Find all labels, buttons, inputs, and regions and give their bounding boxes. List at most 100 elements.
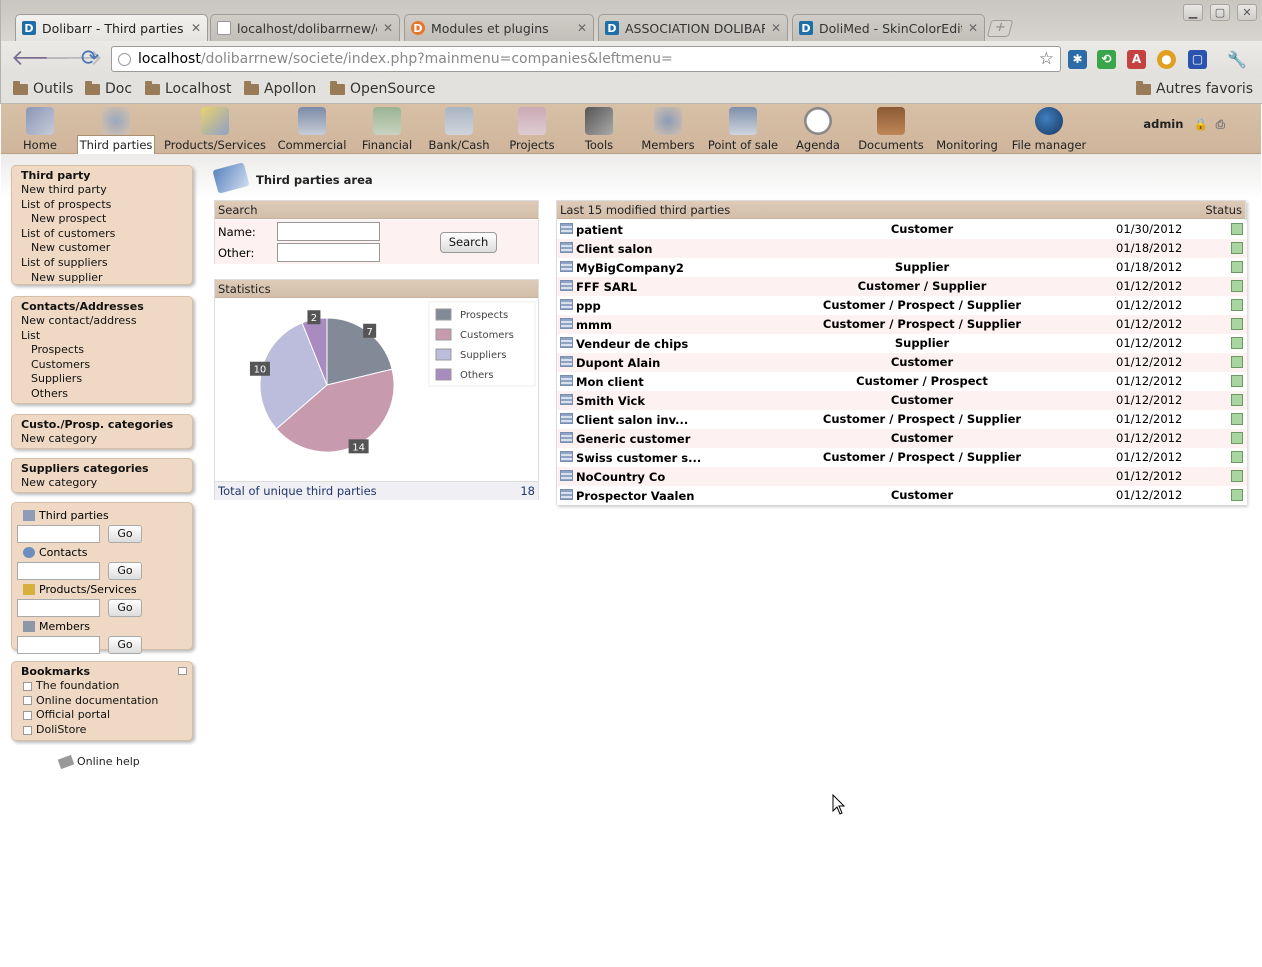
forward-icon[interactable]: 🡒	[44, 46, 103, 72]
link-list-prospects[interactable]: List of prospects	[21, 198, 192, 213]
qs-contacts-input[interactable]	[17, 562, 100, 580]
bookmark-item[interactable]: Official portal	[21, 708, 192, 723]
address-bar[interactable]: localhost/dolibarrnew/societe/index.php?…	[111, 46, 1061, 72]
back-icon[interactable]: 🡐	[11, 46, 70, 72]
note-extension-icon[interactable]: ▢	[1188, 50, 1207, 69]
left-box-title[interactable]: Custo./Prosp. categories	[21, 418, 192, 431]
bookmark-star-icon[interactable]: ☆	[1039, 47, 1054, 71]
lock-icon[interactable]: 🔒	[1193, 117, 1207, 131]
company-name-link[interactable]: FFF SARL	[576, 280, 637, 294]
menu-products-services[interactable]: Products/Services	[163, 104, 267, 154]
link-new-supplier[interactable]: New supplier	[21, 271, 192, 286]
tab-dolibarr-third-parties[interactable]: D Dolibarr - Third parties ✕	[15, 14, 208, 41]
left-box-title[interactable]: Third party	[21, 169, 192, 182]
company-name-link[interactable]: patient	[576, 223, 623, 237]
company-name-link[interactable]: Dupont Alain	[576, 356, 660, 370]
company-name-link[interactable]: Mon client	[576, 375, 644, 389]
company-icon[interactable]	[560, 375, 573, 386]
qs-products-input[interactable]	[17, 599, 100, 617]
company-icon[interactable]	[560, 299, 573, 310]
link-list-suppliers[interactable]: List of suppliers	[21, 256, 192, 271]
user-login[interactable]: admin 🔒 ⎙	[1143, 117, 1225, 132]
bookmark-folder-outils[interactable]: Outils	[13, 80, 73, 97]
bookmark-folder-localhost[interactable]: Localhost	[145, 80, 232, 97]
company-icon[interactable]	[560, 470, 573, 481]
company-icon[interactable]	[560, 261, 573, 272]
maximize-button[interactable]: ▢	[1210, 4, 1230, 21]
qs-third-parties-input[interactable]	[17, 525, 100, 543]
qs-members-go-button[interactable]: Go	[108, 636, 142, 654]
bookmark-add-icon[interactable]	[178, 667, 187, 675]
bookmark-folder-doc[interactable]: Doc	[85, 80, 132, 97]
company-name-link[interactable]: Smith Vick	[576, 394, 645, 408]
new-tab-button[interactable]: +	[986, 20, 1014, 37]
menu-documents[interactable]: Documents	[857, 104, 925, 154]
qs-members-input[interactable]	[17, 636, 100, 654]
qs-contacts-go-button[interactable]: Go	[108, 562, 142, 580]
qs-third-parties-go-button[interactable]: Go	[108, 525, 142, 543]
menu-file-manager[interactable]: File manager	[1009, 104, 1089, 154]
company-icon[interactable]	[560, 280, 573, 291]
link-new-supplier-category[interactable]: New category	[21, 476, 192, 491]
link-contact-customers[interactable]: Customers	[21, 358, 192, 373]
link-new-prospect[interactable]: New prospect	[21, 212, 192, 227]
extension-icon[interactable]: ✱	[1068, 50, 1087, 69]
bookmark-item[interactable]: The foundation	[21, 679, 192, 694]
link-contact-suppliers[interactable]: Suppliers	[21, 372, 192, 387]
minimize-button[interactable]: ▁	[1183, 4, 1203, 21]
company-icon[interactable]	[560, 489, 573, 500]
name-input[interactable]	[277, 222, 380, 241]
chrome-extension-icon[interactable]: ●	[1157, 50, 1176, 69]
link-contact-prospects[interactable]: Prospects	[21, 343, 192, 358]
menu-agenda[interactable]: Agenda	[793, 104, 843, 154]
link-contact-others[interactable]: Others	[21, 387, 192, 402]
other-input[interactable]	[277, 243, 380, 262]
company-icon[interactable]	[560, 242, 573, 253]
left-box-title[interactable]: Suppliers categories	[21, 462, 192, 475]
link-list-customers[interactable]: List of customers	[21, 227, 192, 242]
company-name-link[interactable]: Vendeur de chips	[576, 337, 688, 351]
company-icon[interactable]	[560, 451, 573, 462]
bookmark-folder-apollon[interactable]: Apollon	[244, 80, 316, 97]
close-icon[interactable]: ✕	[191, 21, 201, 35]
company-name-link[interactable]: MyBigCompany2	[576, 261, 684, 275]
company-name-link[interactable]: Generic customer	[576, 432, 690, 446]
reload-icon[interactable]: ⟳	[77, 46, 103, 72]
company-icon[interactable]	[560, 337, 573, 348]
menu-bank-cash[interactable]: Bank/Cash	[427, 104, 491, 154]
company-name-link[interactable]: Client salon	[576, 242, 652, 256]
bookmark-folder-other[interactable]: Autres favoris	[1136, 80, 1253, 97]
company-icon[interactable]	[560, 223, 573, 234]
bookmark-item[interactable]: Online documentation	[21, 694, 192, 709]
menu-commercial[interactable]: Commercial	[277, 104, 347, 154]
company-name-link[interactable]: Client salon inv...	[576, 413, 688, 427]
close-window-button[interactable]: ✕	[1237, 4, 1257, 21]
menu-monitoring[interactable]: Monitoring	[935, 104, 999, 154]
tab-modules-plugins[interactable]: D Modules et plugins ✕	[404, 14, 594, 41]
menu-projects[interactable]: Projects	[505, 104, 559, 154]
link-new-custo-category[interactable]: New category	[21, 432, 192, 447]
menu-members[interactable]: Members	[639, 104, 697, 154]
qs-products-go-button[interactable]: Go	[108, 599, 142, 617]
menu-tools[interactable]: Tools	[579, 104, 619, 154]
company-name-link[interactable]: ppp	[576, 299, 601, 313]
company-icon[interactable]	[560, 394, 573, 405]
link-new-contact[interactable]: New contact/address	[21, 314, 192, 329]
link-new-customer[interactable]: New customer	[21, 241, 192, 256]
tab-localhost[interactable]: localhost/dolibarrnew/cus ✕	[210, 14, 400, 41]
company-name-link[interactable]: mmm	[576, 318, 612, 332]
link-new-third-party[interactable]: New third party	[21, 183, 192, 198]
close-icon[interactable]: ✕	[577, 21, 587, 35]
menu-financial[interactable]: Financial	[357, 104, 417, 154]
sync-extension-icon[interactable]: ⟲	[1097, 50, 1116, 69]
menu-home[interactable]: Home	[21, 104, 59, 154]
translate-extension-icon[interactable]: A	[1127, 50, 1146, 69]
tab-association-dolibarr[interactable]: D ASSOCIATION DOLIBARR - ✕	[598, 14, 788, 41]
online-help-link[interactable]: Online help	[57, 754, 140, 769]
bookmark-item[interactable]: DoliStore	[21, 723, 192, 738]
wrench-icon[interactable]: 🔧	[1227, 50, 1247, 69]
company-name-link[interactable]: NoCountry Co	[576, 470, 665, 484]
tab-dolimed[interactable]: D DoliMed - SkinColorEditor ✕	[792, 14, 985, 41]
left-box-title[interactable]: Contacts/Addresses	[21, 300, 192, 313]
bookmark-folder-opensource[interactable]: OpenSource	[330, 80, 435, 97]
